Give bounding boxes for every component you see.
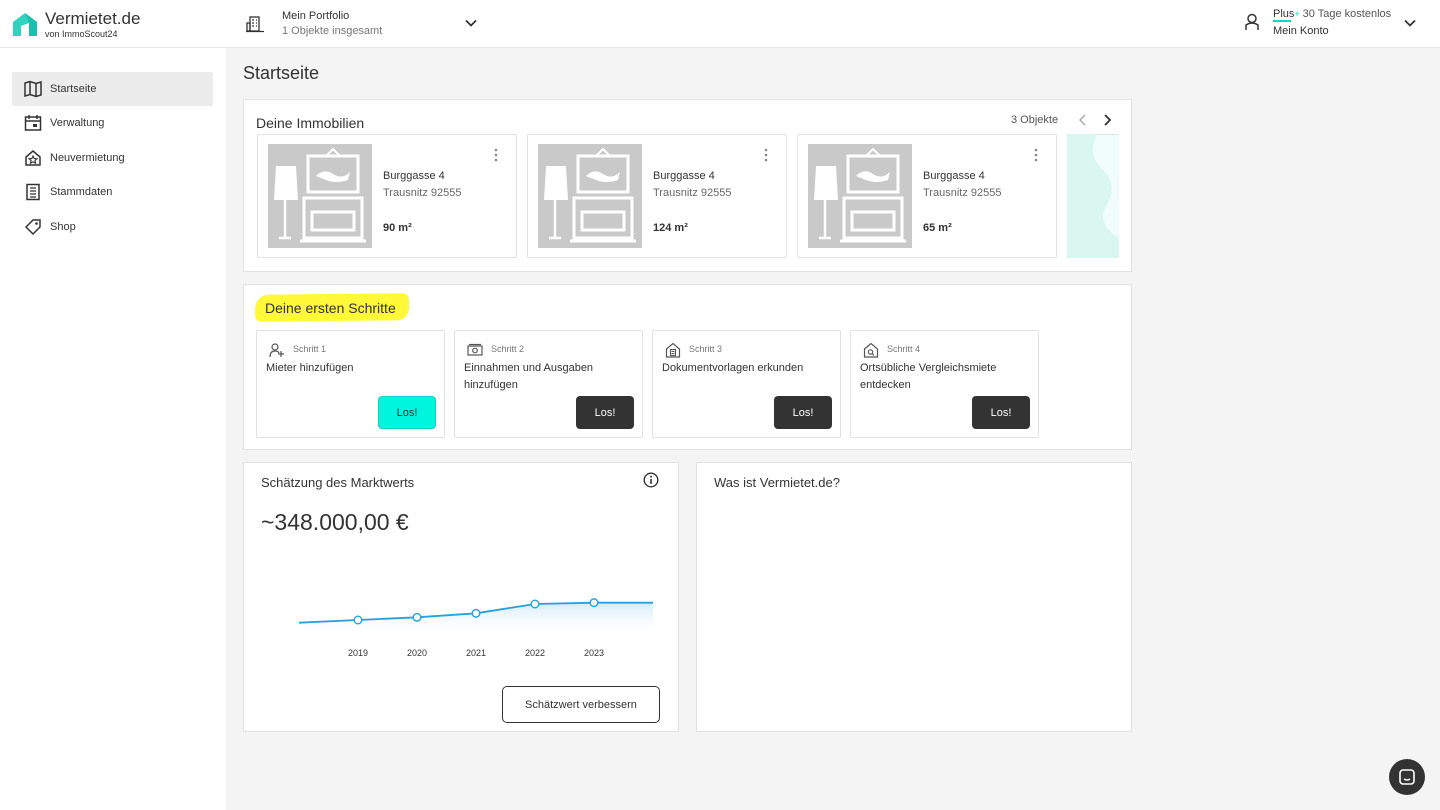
plan-badge: Plus (1273, 8, 1295, 20)
account-chevron-down-icon[interactable] (1403, 16, 1417, 30)
properties-count: 3 Objekte (1011, 114, 1059, 126)
step-2-go-button[interactable]: Los! (576, 396, 634, 429)
page-title: Startseite (243, 63, 320, 83)
building-list-icon (26, 183, 40, 201)
property-placeholder-image (808, 144, 912, 248)
more-vertical-icon[interactable] (764, 148, 768, 162)
top-bar: Vermietet.de von ImmoScout24 Mein Portfo… (0, 0, 1440, 48)
add-person-icon (269, 343, 284, 358)
logo[interactable]: Vermietet.de von ImmoScout24 (11, 10, 140, 40)
chat-icon (1399, 769, 1415, 785)
more-vertical-icon[interactable] (494, 148, 498, 162)
chevron-left-icon[interactable] (1076, 113, 1090, 127)
tag-icon (24, 219, 41, 236)
property-address: Burggasse 4 (383, 170, 445, 182)
property-card[interactable]: Burggasse 4 Trausnitz 92555 124 m² (527, 134, 787, 258)
house-document-icon (665, 342, 681, 358)
property-placeholder-image (538, 144, 642, 248)
chart-x-tick-label: 2020 (407, 648, 427, 658)
property-area: 124 m² (653, 222, 688, 234)
house-search-icon (863, 342, 879, 358)
step-1-go-button[interactable]: Los! (378, 396, 436, 429)
step-title: Einnahmen und Ausgaben hinzufügen (464, 362, 594, 391)
property-address: Burggasse 4 (653, 170, 715, 182)
step-card: Schritt 4 Ortsübliche Vergleichsmiete en… (850, 330, 1039, 438)
account-menu[interactable]: Plus+ 30 Tage kostenlos Mein Konto (1244, 7, 1391, 40)
plan-mark: + (1294, 9, 1300, 19)
property-city: Trausnitz 92555 (383, 187, 462, 199)
step-number: Schritt 3 (689, 344, 723, 354)
chart-point[interactable] (530, 599, 540, 609)
chart-x-tick-label: 2019 (348, 648, 368, 658)
sidebar-item-label: Stammdaten (50, 186, 113, 198)
what-is-card (696, 462, 1132, 732)
chart-x-tick-label: 2022 (525, 648, 545, 658)
sidebar-item-label: Startseite (50, 83, 97, 95)
market-value-title: Schätzung des Marktwerts (261, 475, 415, 490)
more-vertical-icon[interactable] (1034, 148, 1038, 162)
sidebar-item-verwaltung[interactable]: Verwaltung (12, 106, 213, 140)
property-area: 65 m² (923, 222, 952, 234)
logo-subtitle: von ImmoScout24 (45, 29, 118, 39)
step-title: Ortsübliche Vergleichsmiete entdecken (860, 362, 997, 391)
calendar-icon (24, 115, 42, 131)
info-icon[interactable] (643, 472, 659, 488)
step-number: Schritt 4 (887, 344, 921, 354)
step-number: Schritt 1 (293, 344, 327, 354)
chat-button[interactable] (1389, 759, 1425, 795)
sidebar-item-label: Verwaltung (50, 117, 105, 129)
add-property-card-peek[interactable] (1067, 134, 1119, 258)
chart-area (299, 602, 653, 636)
sidebar-item-label: Shop (50, 221, 76, 233)
house-star-icon (25, 150, 41, 166)
logo-title: Vermietet.de (45, 9, 141, 28)
building-icon (246, 16, 264, 33)
property-city: Trausnitz 92555 (653, 187, 732, 199)
account-label: Mein Konto (1273, 25, 1329, 37)
sidebar-item-shop[interactable]: Shop (12, 210, 213, 244)
step-title: Mieter hinzufügen (266, 362, 354, 374)
portfolio-title: Mein Portfolio (282, 10, 350, 22)
user-icon (1245, 13, 1259, 30)
step-4-go-button[interactable]: Los! (972, 396, 1030, 429)
money-icon (467, 343, 483, 356)
map-icon (24, 80, 42, 98)
sidebar-item-neuvermietung[interactable]: Neuvermietung (12, 141, 213, 175)
market-value-amount: ~348.000,00 € (261, 509, 409, 535)
chevron-down-icon[interactable] (464, 16, 478, 30)
chart-point[interactable] (471, 608, 481, 618)
property-area: 90 m² (383, 222, 412, 234)
first-steps-title: Deine ersten Schritte (265, 300, 396, 316)
sidebar-item-startseite[interactable]: Startseite (12, 72, 213, 106)
market-value-chart: 2019 2020 2021 2022 2023 (298, 598, 653, 658)
property-city: Trausnitz 92555 (923, 187, 1002, 199)
chart-point[interactable] (412, 612, 422, 622)
step-title: Dokumentvorlagen erkunden (662, 362, 804, 374)
improve-estimate-button[interactable]: Schätzwert verbessern (502, 686, 660, 723)
property-card[interactable]: Burggasse 4 Trausnitz 92555 65 m² (797, 134, 1057, 258)
property-address: Burggasse 4 (923, 170, 985, 182)
step-card: Schritt 3 Dokumentvorlagen erkunden Los! (652, 330, 841, 438)
sidebar-item-stammdaten[interactable]: Stammdaten (12, 175, 213, 209)
sidebar: Startseite Verwaltung Neuvermietung Stam… (0, 48, 226, 810)
vermietet-logo-icon (13, 13, 37, 36)
chart-point[interactable] (353, 615, 363, 625)
step-number: Schritt 2 (491, 344, 525, 354)
portfolio-selector[interactable]: Mein Portfolio 1 Objekte insgesamt (246, 9, 382, 39)
chart-x-tick-label: 2021 (466, 648, 486, 658)
properties-title: Deine Immobilien (256, 115, 365, 131)
property-placeholder-image (268, 144, 372, 248)
property-card[interactable]: Burggasse 4 Trausnitz 92555 90 m² (257, 134, 517, 258)
what-is-title: Was ist Vermietet.de? (714, 475, 840, 490)
step-card: Schritt 2 Einnahmen und Ausgaben hinzufü… (454, 330, 643, 438)
chart-point[interactable] (589, 598, 599, 608)
sidebar-item-label: Neuvermietung (50, 152, 125, 164)
chart-x-tick-label: 2023 (584, 648, 604, 658)
trial-text: 30 Tage kostenlos (1302, 8, 1392, 20)
step-card: Schritt 1 Mieter hinzufügen Los! (256, 330, 445, 438)
portfolio-subtitle: 1 Objekte insgesamt (282, 25, 383, 37)
step-3-go-button[interactable]: Los! (774, 396, 832, 429)
chevron-right-icon[interactable] (1100, 113, 1114, 127)
